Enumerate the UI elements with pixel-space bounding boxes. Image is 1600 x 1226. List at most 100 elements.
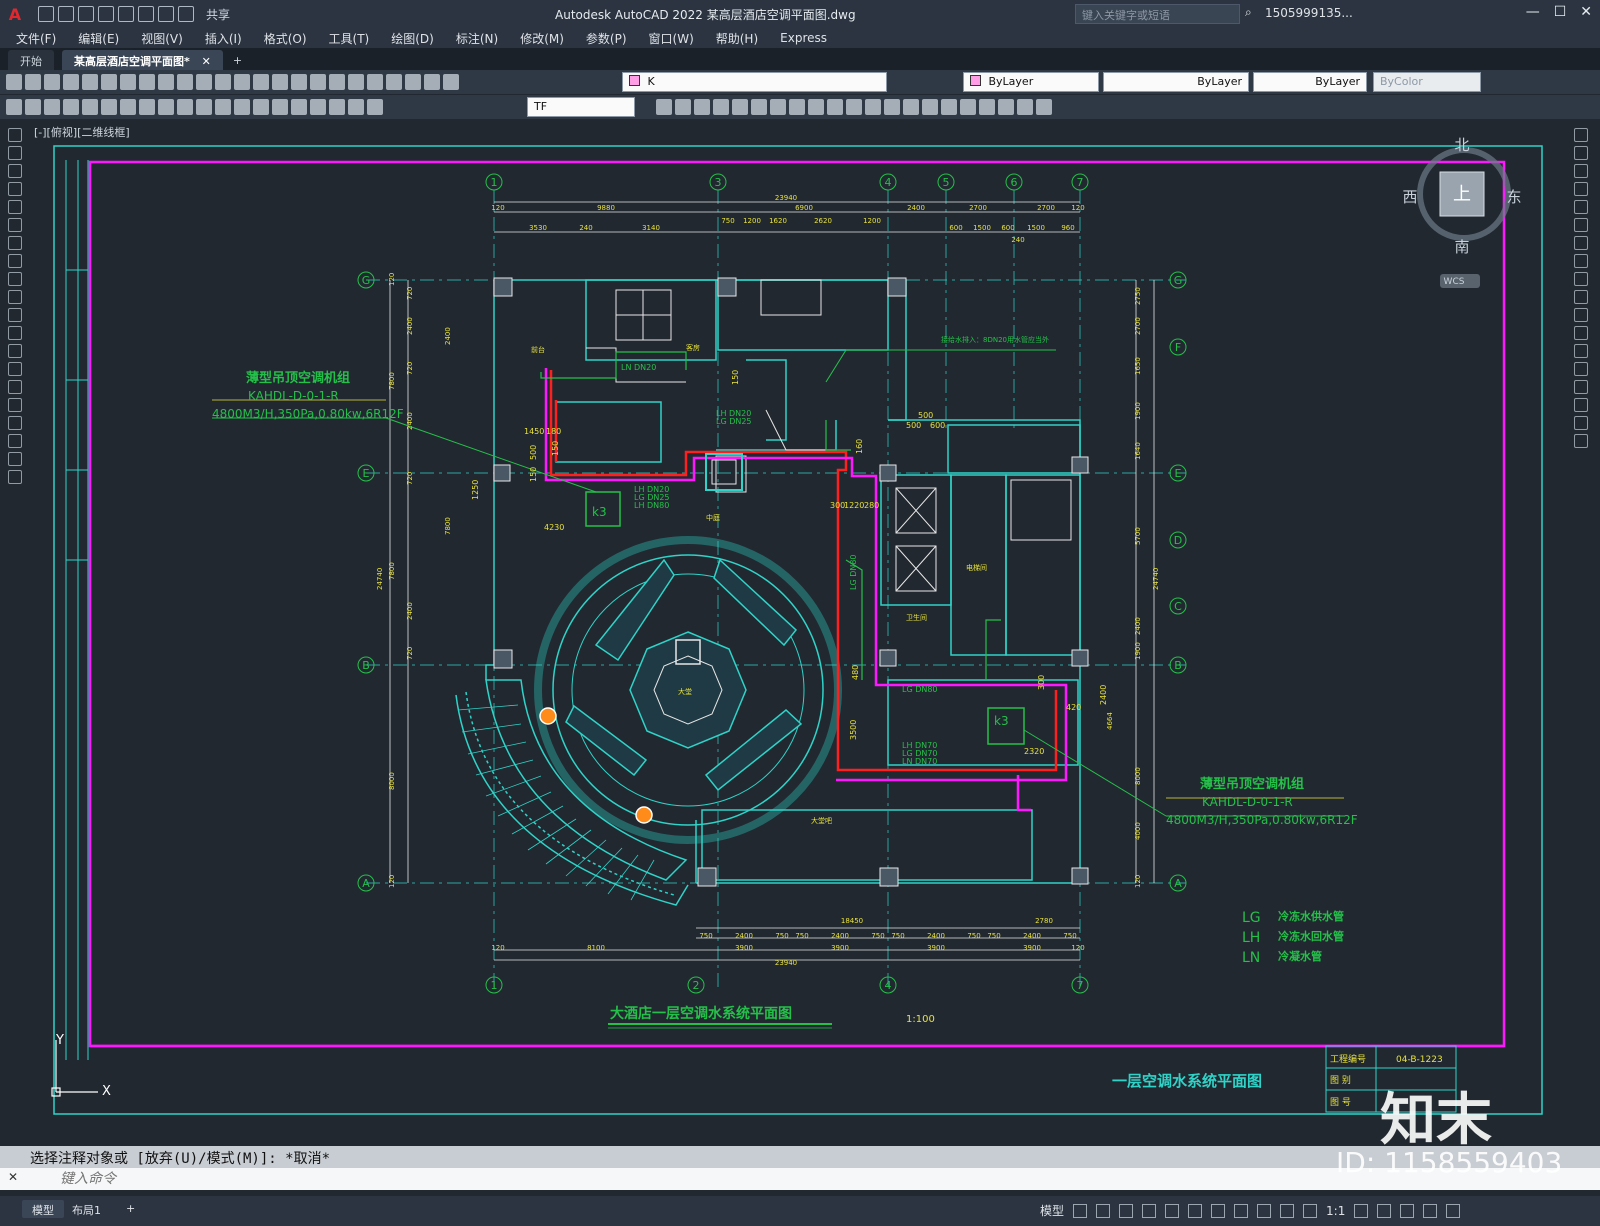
baseline-icon[interactable]	[177, 99, 193, 115]
offset-icon[interactable]	[713, 99, 729, 115]
command-close-icon[interactable]: ✕	[8, 1170, 18, 1184]
qnew-icon[interactable]	[6, 74, 22, 90]
rectangle-icon[interactable]	[8, 200, 22, 214]
cut-icon[interactable]	[120, 74, 136, 90]
join-icon[interactable]	[884, 99, 900, 115]
array-side-icon[interactable]	[1574, 200, 1588, 214]
explode-side-icon[interactable]	[1574, 434, 1588, 448]
autocad-logo-icon[interactable]: A	[0, 0, 30, 28]
help-icon[interactable]	[424, 74, 440, 90]
insert-icon[interactable]	[979, 99, 995, 115]
grid-toggle-icon[interactable]	[1073, 1203, 1088, 1218]
new-file-icon[interactable]	[38, 6, 54, 22]
preview-icon[interactable]	[82, 74, 98, 90]
menu-draw[interactable]: 绘图(D)	[391, 30, 434, 47]
tool-palettes-icon[interactable]	[348, 74, 364, 90]
tab-start[interactable]: 开始	[8, 50, 54, 70]
pan-icon[interactable]	[234, 74, 250, 90]
menu-dimension[interactable]: 标注(N)	[456, 30, 498, 47]
erase-icon[interactable]	[656, 99, 672, 115]
insert-block-icon[interactable]	[8, 326, 22, 340]
close-button[interactable]: ✕	[1580, 4, 1592, 20]
polyline-icon[interactable]	[8, 164, 22, 178]
new-tab-button[interactable]: +	[233, 54, 242, 70]
menu-parametric[interactable]: 参数(P)	[586, 30, 627, 47]
linetype-dropdown[interactable]: ByLayer	[1103, 72, 1249, 92]
point-icon[interactable]	[8, 362, 22, 376]
object-snap-icon[interactable]	[1211, 1203, 1226, 1218]
jogged-icon[interactable]	[101, 99, 117, 115]
zoom-previous-icon[interactable]	[291, 74, 307, 90]
ortho-toggle-icon[interactable]	[1119, 1203, 1134, 1218]
drawing-canvas[interactable]: [-][俯视][二维线框] 1 3 4 5 6 7 1 2 4 7 G E B …	[26, 120, 1568, 1120]
publish-icon[interactable]	[118, 6, 134, 22]
isodraft-toggle-icon[interactable]	[1165, 1203, 1180, 1218]
model-space-toggle[interactable]: 模型	[1040, 1202, 1064, 1219]
jogged-linear-icon[interactable]	[310, 99, 326, 115]
array-icon[interactable]	[732, 99, 748, 115]
design-center-icon[interactable]	[329, 74, 345, 90]
mirror-icon[interactable]	[694, 99, 710, 115]
add-layout-button[interactable]: +	[116, 1200, 145, 1218]
object-snap-tracking-icon[interactable]	[1188, 1203, 1203, 1218]
tab-drawing[interactable]: 某高层酒店空调平面图* ✕	[62, 50, 223, 70]
share-button[interactable]: 共享	[206, 6, 230, 23]
inspection-icon[interactable]	[291, 99, 307, 115]
erase-side-icon[interactable]	[1574, 128, 1588, 142]
layout-tab-model[interactable]: 模型	[22, 1200, 64, 1218]
hardware-acceleration-icon[interactable]	[1400, 1203, 1415, 1218]
extend-icon[interactable]	[846, 99, 862, 115]
menu-edit[interactable]: 编辑(E)	[78, 30, 119, 47]
blend-side-icon[interactable]	[1574, 416, 1588, 430]
break-icon[interactable]	[865, 99, 881, 115]
table-icon[interactable]	[1036, 99, 1052, 115]
linear-dimension-icon[interactable]	[6, 99, 22, 115]
menu-insert[interactable]: 插入(I)	[205, 30, 242, 47]
spline-icon[interactable]	[8, 272, 22, 286]
match-properties-icon[interactable]	[177, 74, 193, 90]
redo-icon[interactable]	[215, 74, 231, 90]
continue-icon[interactable]	[196, 99, 212, 115]
multiline-text-icon[interactable]	[8, 452, 22, 466]
workspace-gear-icon[interactable]	[1354, 1203, 1369, 1218]
aligned-dimension-icon[interactable]	[25, 99, 41, 115]
open-file-icon[interactable]	[58, 6, 74, 22]
region-draw-icon[interactable]	[8, 416, 22, 430]
add-selected-icon[interactable]	[8, 470, 22, 484]
gradient-icon[interactable]	[8, 398, 22, 412]
ordinate-icon[interactable]	[63, 99, 79, 115]
angular-icon[interactable]	[139, 99, 155, 115]
arc-icon[interactable]	[8, 218, 22, 232]
move-icon[interactable]	[751, 99, 767, 115]
arc-length-icon[interactable]	[44, 99, 60, 115]
join-side-icon[interactable]	[1574, 362, 1588, 376]
trim-icon[interactable]	[827, 99, 843, 115]
table-draw-icon[interactable]	[8, 434, 22, 448]
copy-object-icon[interactable]	[675, 99, 691, 115]
clean-screen-icon[interactable]	[1423, 1203, 1438, 1218]
close-tab-icon[interactable]: ✕	[202, 55, 211, 68]
rotate-icon[interactable]	[770, 99, 786, 115]
mirror-side-icon[interactable]	[1574, 164, 1588, 178]
diameter-icon[interactable]	[120, 99, 136, 115]
extend-side-icon[interactable]	[1574, 308, 1588, 322]
break-point-side-icon[interactable]	[1574, 326, 1588, 340]
command-input[interactable]	[60, 1169, 1460, 1188]
dimension-edit-icon[interactable]	[329, 99, 345, 115]
tolerance-icon[interactable]	[253, 99, 269, 115]
hatch-draw-icon[interactable]	[8, 380, 22, 394]
annotation-scale[interactable]: 1:1	[1326, 1204, 1345, 1218]
auto-scale-icon[interactable]	[1303, 1203, 1318, 1218]
ellipse-arc-icon[interactable]	[8, 308, 22, 322]
polygon-icon[interactable]	[8, 182, 22, 196]
make-block-icon[interactable]	[8, 344, 22, 358]
polar-toggle-icon[interactable]	[1142, 1203, 1157, 1218]
dimension-text-edit-icon[interactable]	[348, 99, 364, 115]
chamfer-side-icon[interactable]	[1574, 380, 1588, 394]
compass-east[interactable]: 东	[1506, 188, 1521, 206]
paste-icon[interactable]	[158, 74, 174, 90]
lineweight-toggle-icon[interactable]	[1234, 1203, 1249, 1218]
plot-icon[interactable]	[138, 6, 154, 22]
fillet-side-icon[interactable]	[1574, 398, 1588, 412]
region-icon[interactable]	[1017, 99, 1033, 115]
